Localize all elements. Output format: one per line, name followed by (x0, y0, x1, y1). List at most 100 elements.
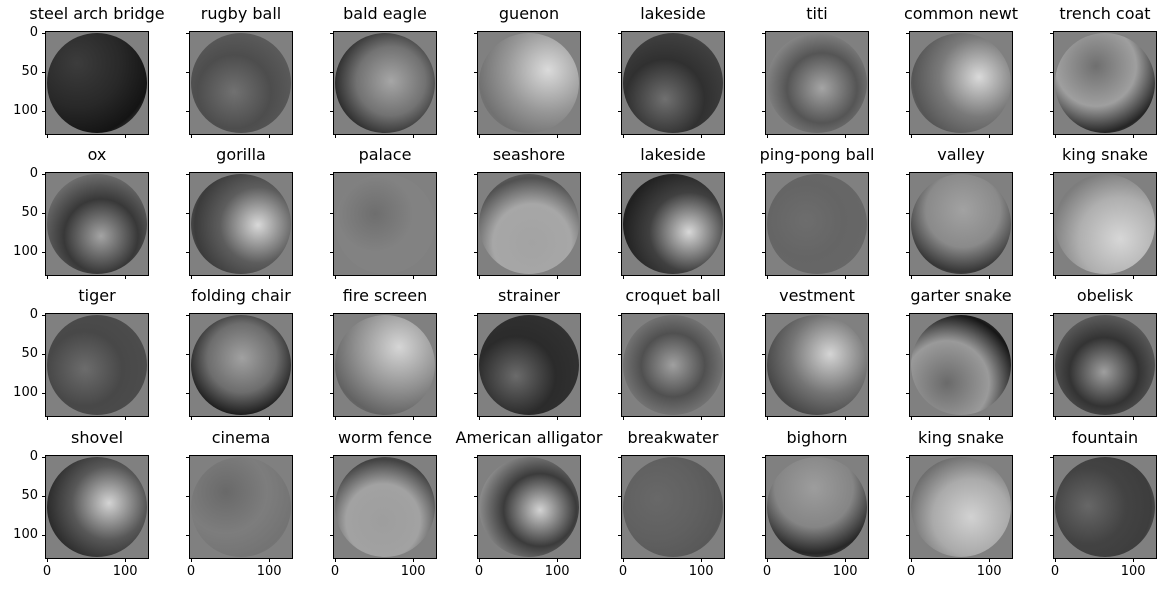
x-tick-mark (989, 558, 991, 562)
y-tick-mark (906, 393, 910, 395)
panel-image-frame (477, 313, 581, 417)
x-tick-label: 100 (112, 564, 138, 579)
x-tick-mark (1133, 416, 1135, 420)
x-tick-mark (557, 275, 559, 279)
y-tick-mark (474, 457, 478, 458)
x-tick-mark (557, 416, 559, 420)
photo-disc (623, 315, 723, 415)
panel-image-frame (621, 455, 725, 559)
x-tick-mark (413, 558, 415, 562)
y-tick-mark (474, 33, 478, 34)
x-tick-mark (413, 275, 415, 279)
panel-image-frame (1053, 172, 1157, 276)
y-tick-mark (1050, 33, 1054, 34)
x-tick-mark (845, 416, 847, 420)
y-tick-mark (618, 72, 622, 74)
panel-image-frame (189, 455, 293, 559)
y-tick-mark (1050, 393, 1054, 395)
photo-disc (767, 33, 867, 133)
x-tick-label: 100 (688, 564, 714, 579)
x-tick-mark (557, 558, 559, 562)
panel-image-frame (45, 313, 149, 417)
image-panel: worm fence (333, 428, 437, 559)
y-tick-mark (42, 174, 46, 175)
image-panel: palace (333, 145, 437, 276)
x-tick-mark (623, 134, 624, 138)
y-tick-mark (330, 354, 334, 356)
panel-image-frame (909, 455, 1013, 559)
image-panel: bald eagle (333, 4, 437, 135)
image-panel: vestment (765, 286, 869, 417)
x-tick-mark (911, 558, 912, 562)
panel-image-frame (45, 455, 149, 559)
panel-image-frame (333, 31, 437, 135)
x-tick-label: 100 (832, 564, 858, 579)
image-panel: seashore (477, 145, 581, 276)
photo-disc (623, 33, 723, 133)
y-tick-mark (1050, 354, 1054, 356)
x-tick-mark (701, 416, 703, 420)
y-tick-mark (618, 315, 622, 316)
x-tick-mark (479, 416, 480, 420)
image-panel: valley (909, 145, 1013, 276)
photo-disc (479, 315, 579, 415)
x-tick-mark (989, 275, 991, 279)
photo-disc (911, 315, 1011, 415)
x-tick-mark (701, 558, 703, 562)
y-tick-label: 100 (13, 244, 38, 260)
image-panel: tiger (45, 286, 149, 417)
y-tick-mark (618, 213, 622, 215)
y-tick-mark (42, 252, 46, 254)
photo-disc (47, 33, 147, 133)
x-tick-mark (767, 134, 768, 138)
y-tick-mark (330, 174, 334, 175)
x-tick-mark (911, 275, 912, 279)
image-panel: steel arch bridge (29, 4, 165, 135)
y-tick-mark (42, 496, 46, 498)
panel-title: king snake (1062, 145, 1148, 164)
x-tick-mark (191, 134, 192, 138)
y-tick-mark (42, 457, 46, 458)
x-tick-mark (125, 416, 127, 420)
image-panel: lakeside (621, 4, 725, 135)
image-panel: American alligator (456, 428, 602, 559)
image-panel: garter snake (909, 286, 1013, 417)
panel-image-frame (45, 172, 149, 276)
y-tick-mark (906, 111, 910, 113)
y-tick-mark (618, 174, 622, 175)
photo-disc (767, 174, 867, 274)
y-tick-mark (618, 33, 622, 34)
photo-disc (191, 174, 291, 274)
y-tick-label: 100 (13, 527, 38, 543)
y-tick-mark (1050, 72, 1054, 74)
y-tick-mark (330, 315, 334, 316)
panel-image-frame (477, 172, 581, 276)
image-panel: fountain (1053, 428, 1157, 559)
panel-image-frame (45, 31, 149, 135)
y-tick-mark (762, 457, 766, 458)
x-tick-mark (911, 416, 912, 420)
y-tick-mark (186, 354, 190, 356)
x-tick-mark (1133, 134, 1135, 138)
x-tick-mark (47, 275, 48, 279)
x-tick-mark (845, 134, 847, 138)
panel-image-frame (909, 313, 1013, 417)
photo-disc (335, 33, 435, 133)
panel-image-frame (1053, 455, 1157, 559)
image-panel: king snake (1053, 145, 1157, 276)
y-tick-mark (186, 174, 190, 175)
y-tick-mark (618, 496, 622, 498)
y-tick-mark (762, 72, 766, 74)
x-tick-mark (767, 558, 768, 562)
panel-image-frame (1053, 313, 1157, 417)
y-tick-label: 0 (29, 166, 38, 181)
x-tick-mark (479, 134, 480, 138)
photo-disc (479, 457, 579, 557)
x-tick-mark (1055, 558, 1056, 562)
image-panel: ping-pong ball (760, 145, 874, 276)
y-tick-label: 50 (21, 64, 38, 80)
photo-disc (479, 33, 579, 133)
y-tick-mark (330, 213, 334, 215)
y-tick-mark (474, 72, 478, 74)
y-tick-mark (42, 213, 46, 215)
